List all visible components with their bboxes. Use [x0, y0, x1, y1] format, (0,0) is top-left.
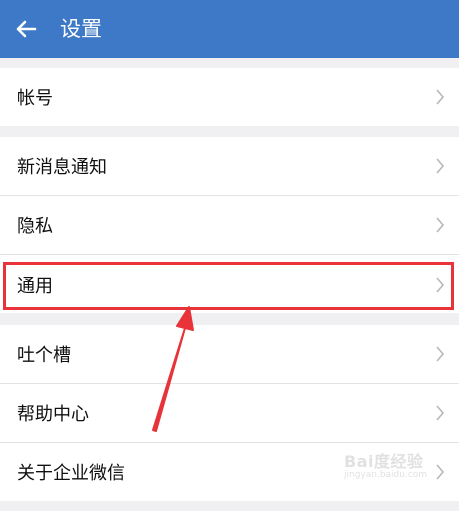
annotation-arrow: [152, 306, 194, 432]
